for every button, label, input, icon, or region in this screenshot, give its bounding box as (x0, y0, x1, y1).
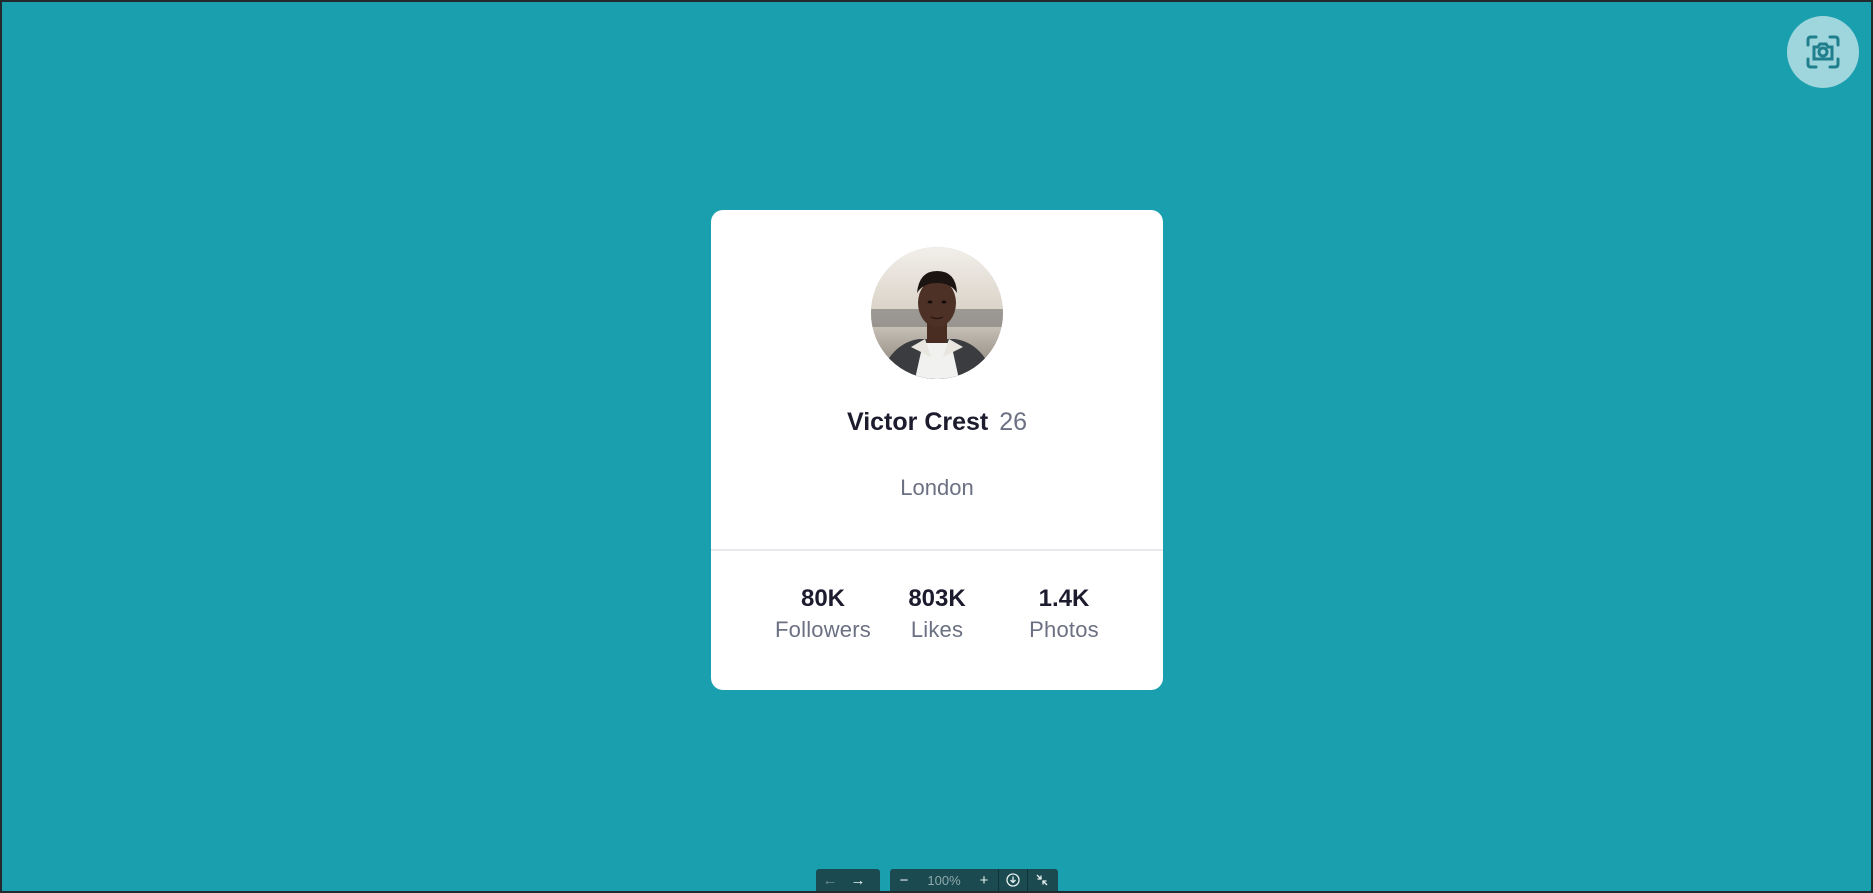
arrow-right-icon: → (850, 871, 866, 889)
collapse-button[interactable] (1028, 869, 1056, 891)
stat-value: 1.4K (1038, 585, 1090, 612)
stat-value: 803K (908, 585, 966, 612)
collapse-icon (1036, 874, 1048, 886)
card-divider (711, 549, 1163, 551)
stat-label: Followers (775, 617, 871, 642)
minus-icon: − (899, 871, 909, 889)
stat-followers: 80K Followers (763, 585, 883, 647)
plus-icon: + (979, 871, 989, 889)
capture-button[interactable] (1787, 16, 1859, 88)
profile-name: Victor Crest (846, 408, 989, 436)
arrow-left-icon: ← (822, 871, 838, 889)
page-background: Victor Crest 26 London 80K Followers 803… (2, 2, 1871, 891)
download-icon (1006, 873, 1020, 887)
avatar-photo (871, 247, 1003, 379)
avatar (871, 247, 1003, 379)
profile-name-line: Victor Crest 26 (711, 408, 1163, 437)
forward-button[interactable]: → (844, 869, 872, 891)
profile-stats: 80K Followers 803K Likes 1.4K Photos (711, 585, 1163, 665)
profile-card: Victor Crest 26 London 80K Followers 803… (711, 210, 1163, 690)
screenshot-capture-icon (1806, 35, 1840, 69)
zoom-toolbar: − 100% + (890, 869, 1058, 891)
zoom-level: 100% (927, 872, 961, 888)
back-button[interactable]: ← (816, 869, 844, 891)
stat-photos: 1.4K Photos (1004, 585, 1124, 647)
download-button[interactable] (999, 869, 1027, 891)
stat-label: Photos (1029, 617, 1099, 642)
profile-age: 26 (999, 408, 1028, 436)
stat-value: 80K (800, 585, 846, 612)
history-toolbar: ← → (816, 869, 880, 891)
stat-likes: 803K Likes (877, 585, 997, 647)
profile-city: London (900, 475, 974, 500)
zoom-in-button[interactable]: + (970, 869, 998, 891)
stat-label: Likes (910, 617, 964, 642)
zoom-out-button[interactable]: − (890, 869, 918, 891)
